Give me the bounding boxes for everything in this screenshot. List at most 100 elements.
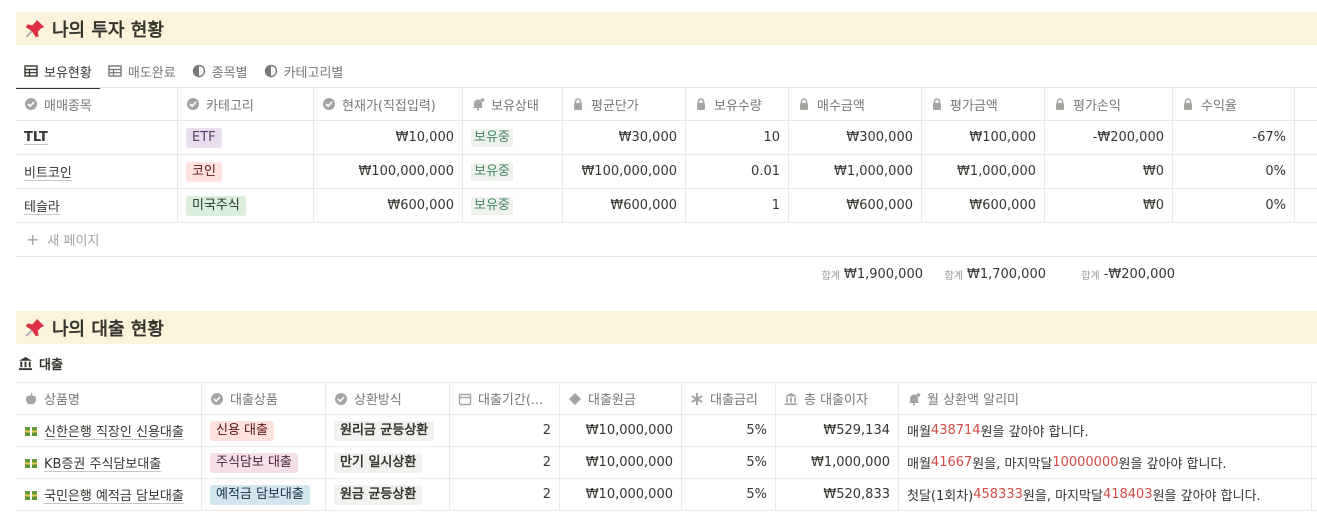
column-header[interactable]: 보유상태 xyxy=(463,88,563,120)
table-row[interactable]: KB증권 주식담보대출 주식담보 대출 만기 일시상환 2 ₩10,000,00… xyxy=(16,447,1317,479)
loan-section-header: 나의 대출 현황 xyxy=(16,311,1317,344)
column-header[interactable]: 대출금리 xyxy=(682,383,776,414)
bell-icon xyxy=(909,392,921,405)
lock-icon xyxy=(800,98,808,110)
row-title[interactable]: 테슬라 xyxy=(24,196,60,215)
column-header[interactable]: 현재가(직접입력) xyxy=(314,88,463,120)
average-price: ₩600,000 xyxy=(563,189,686,222)
table-row[interactable]: 테슬라 미국주식 ₩600,000 보유중 ₩600,000 1 ₩600,00… xyxy=(16,189,1317,223)
eval-amount: ₩600,000 xyxy=(922,189,1045,222)
column-header[interactable]: 평균단가 xyxy=(563,88,686,120)
column-header[interactable]: 매매종목 xyxy=(16,88,178,120)
alert-text: 원을, 마지막달 xyxy=(1022,489,1103,504)
money-icon xyxy=(25,426,37,436)
column-header[interactable]: 대출기간(... xyxy=(450,383,560,414)
column-header[interactable]: 총 대출이자 xyxy=(776,383,899,414)
column-header[interactable]: 평가손익 xyxy=(1045,88,1173,120)
new-page-button[interactable]: + 새 페이지 xyxy=(16,223,1317,257)
tab-holdings[interactable]: 보유현황 xyxy=(16,54,100,89)
tab-by-category[interactable]: 카테고리별 xyxy=(256,54,352,88)
quantity: 10 xyxy=(686,121,789,154)
sum-label: 합계 xyxy=(1081,270,1100,282)
table-row[interactable]: 신한은행 직장인 신용대출 신용 대출 원리금 균등상환 2 ₩10,000,0… xyxy=(16,415,1317,447)
current-price[interactable]: ₩10,000 xyxy=(314,121,463,154)
row-title[interactable]: 비트코인 xyxy=(24,162,72,181)
check-circle-icon xyxy=(323,98,335,110)
average-price: ₩100,000,000 xyxy=(563,155,686,188)
tab-by-stock[interactable]: 종목별 xyxy=(184,54,256,88)
table-row[interactable]: TLT ETF ₩10,000 보유중 ₩30,000 10 ₩300,000 … xyxy=(16,121,1317,155)
investment-title: 나의 투자 현황 xyxy=(52,19,164,41)
column-header[interactable]: 대출원금 xyxy=(560,383,682,414)
eval-amount: ₩100,000 xyxy=(922,121,1045,154)
row-title[interactable]: TLT xyxy=(24,130,48,145)
loan-rate[interactable]: 5% xyxy=(682,479,776,510)
repayment-method-tag: 원금 균등상환 xyxy=(334,484,423,505)
return-rate: 0% xyxy=(1173,155,1295,188)
table-header-row: 상품명 대출상품 상환방식 대출기간(... 대출원금 대출금리 총 대출이자 … xyxy=(16,383,1317,415)
pushpin-icon xyxy=(25,318,45,336)
loan-rate[interactable]: 5% xyxy=(682,415,776,446)
loan-principal[interactable]: ₩10,000,000 xyxy=(560,479,682,510)
profit-loss: ₩0 xyxy=(1045,189,1173,222)
diamond-icon xyxy=(569,392,581,405)
current-price[interactable]: ₩600,000 xyxy=(314,189,463,222)
loan-period[interactable]: 2 xyxy=(450,479,560,510)
loan-principal[interactable]: ₩10,000,000 xyxy=(560,415,682,446)
quantity: 1 xyxy=(686,189,789,222)
sum-label: 합계 xyxy=(944,270,963,282)
loan-title: 나의 대출 현황 xyxy=(52,318,164,340)
tab-label: 종목별 xyxy=(211,65,248,81)
column-header[interactable]: 상환방식 xyxy=(326,383,450,414)
row-title[interactable]: 신한은행 직장인 신용대출 xyxy=(44,421,184,440)
column-header[interactable]: 보유수량 xyxy=(686,88,789,120)
loan-period[interactable]: 2 xyxy=(450,415,560,446)
bank-icon xyxy=(18,356,33,370)
bank-icon xyxy=(784,392,798,405)
monthly-alert: 매월 438714 원을 갚아야 합니다. xyxy=(899,415,1312,446)
lock-icon xyxy=(1056,98,1064,110)
sum-buy-amount[interactable]: 합계 ₩1,900,000 xyxy=(798,262,923,286)
apple-icon xyxy=(25,392,37,404)
alert-text: 원을, 마지막달 xyxy=(972,457,1053,472)
current-price[interactable]: ₩100,000,000 xyxy=(314,155,463,188)
column-header[interactable]: 대출상품 xyxy=(202,383,326,414)
table-row[interactable]: 비트코인 코인 ₩100,000,000 보유중 ₩100,000,000 0.… xyxy=(16,155,1317,189)
column-header[interactable]: 상품명 xyxy=(16,383,202,414)
table-row[interactable]: 국민은행 예적금 담보대출 예적금 담보대출 원금 균등상환 2 ₩10,000… xyxy=(16,479,1317,511)
column-header[interactable]: 카테고리 xyxy=(178,88,314,120)
table-header-row: 매매종목 카테고리 현재가(직접입력) 보유상태 평균단가 보유수량 매수금액 … xyxy=(16,88,1317,121)
sum-profit-loss[interactable]: 합계 -₩200,000 xyxy=(1047,262,1175,286)
loan-principal[interactable]: ₩10,000,000 xyxy=(560,447,682,478)
loan-product-tag: 신용 대출 xyxy=(210,420,274,441)
loan-database-title[interactable]: 대출 xyxy=(18,351,63,375)
loan-period[interactable]: 2 xyxy=(450,447,560,478)
quantity: 0.01 xyxy=(686,155,789,188)
plus-icon: + xyxy=(26,230,40,249)
row-title[interactable]: KB증권 주식담보대출 xyxy=(44,453,161,472)
sum-eval-amount[interactable]: 합계 ₩1,700,000 xyxy=(924,262,1046,286)
highlight-value: 418403 xyxy=(1102,487,1153,502)
column-header[interactable]: 평가금액 xyxy=(922,88,1045,120)
return-rate: 0% xyxy=(1173,189,1295,222)
profit-loss: -₩200,000 xyxy=(1045,121,1173,154)
column-header[interactable]: 매수금액 xyxy=(789,88,922,120)
column-header[interactable]: 수익율 xyxy=(1173,88,1295,120)
status-badge: 보유중 xyxy=(471,128,513,147)
loan-table: 상품명 대출상품 상환방식 대출기간(... 대출원금 대출금리 총 대출이자 … xyxy=(16,382,1317,511)
alert-text: 원을 갚아야 합니다. xyxy=(1152,489,1261,504)
monthly-alert: 첫달(1회차) 458333 원을, 마지막달 418403 원을 갚아야 합니다. xyxy=(899,479,1312,510)
tab-sold[interactable]: 매도완료 xyxy=(100,54,184,88)
buy-amount: ₩1,000,000 xyxy=(789,155,922,188)
pushpin-icon xyxy=(25,19,45,37)
category-tag: ETF xyxy=(186,127,222,148)
repayment-method-tag: 만기 일시상환 xyxy=(334,452,423,473)
repayment-method-tag: 원리금 균등상환 xyxy=(334,420,435,441)
status-badge: 보유중 xyxy=(471,162,513,181)
loan-rate[interactable]: 5% xyxy=(682,447,776,478)
alert-text: 매월 xyxy=(907,457,931,472)
column-header[interactable]: 월 상환액 알리미 xyxy=(899,383,1312,414)
row-title[interactable]: 국민은행 예적금 담보대출 xyxy=(44,485,184,504)
buy-amount: ₩300,000 xyxy=(789,121,922,154)
buy-amount: ₩600,000 xyxy=(789,189,922,222)
